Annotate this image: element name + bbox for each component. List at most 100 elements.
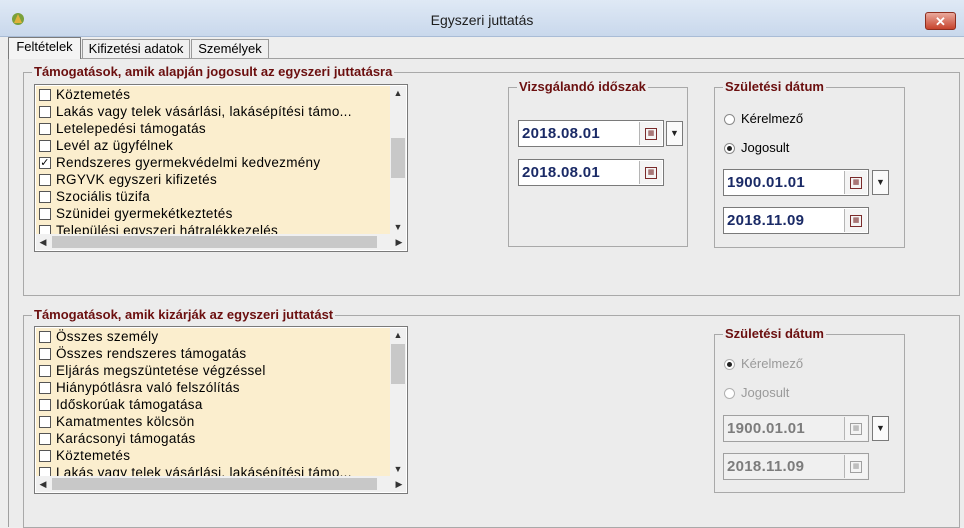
list-item-label: Karácsonyi támogatás [56, 431, 196, 446]
period-to-field[interactable]: 2018.08.01 ▦ [518, 159, 664, 186]
list-item-label: Köztemetés [56, 87, 131, 102]
birth-date-legend-bottom: Születési dátum [723, 326, 826, 342]
list-item-label: Lakás vagy telek vásárlási, lakásépítési… [56, 465, 352, 476]
scroll-left-icon[interactable]: ◀ [36, 234, 50, 250]
scroll-up-icon[interactable]: ▲ [390, 86, 406, 100]
calendar-icon: ▦ [844, 417, 867, 440]
list-item[interactable]: Letelepedési támogatás [36, 120, 390, 137]
calendar-icon[interactable]: ▦ [844, 209, 867, 232]
checkbox[interactable] [39, 433, 51, 445]
birth-from-value-bottom: 1900.01.01 [727, 420, 806, 437]
radio-entitled-label: Jogosult [741, 140, 790, 155]
excluding-supports-legend: Támogatások, amik kizárják az egyszeri j… [32, 307, 336, 323]
scroll-right-icon[interactable]: ▶ [392, 476, 406, 492]
calendar-icon[interactable]: ▦ [639, 122, 662, 145]
period-to-value: 2018.08.01 [522, 164, 601, 181]
tab-persons[interactable]: Személyek [191, 39, 269, 58]
list-item[interactable]: Kamatmentes kölcsön [36, 413, 390, 430]
list-item[interactable]: Összes rendszeres támogatás [36, 345, 390, 362]
list-item-label: Időskorúak támogatása [56, 397, 203, 412]
calendar-icon: ▦ [844, 455, 867, 478]
list-item-label: Levél az ügyfélnek [56, 138, 174, 153]
radio-button-selected[interactable] [724, 143, 735, 154]
chevron-down-icon[interactable]: ▼ [872, 416, 889, 441]
list-item-label: RGYVK egyszeri kifizetés [56, 172, 217, 187]
scroll-thumb[interactable] [391, 138, 405, 178]
list-item-label: Kamatmentes kölcsön [56, 414, 195, 429]
checkbox[interactable] [39, 208, 51, 220]
scroll-down-icon[interactable]: ▼ [390, 462, 406, 476]
scroll-down-icon[interactable]: ▼ [390, 220, 406, 234]
birth-to-field-top[interactable]: 2018.11.09 ▦ [723, 207, 869, 234]
list-item[interactable]: Szünidei gyermekétkeztetés [36, 205, 390, 222]
calendar-icon[interactable]: ▦ [844, 171, 867, 194]
horizontal-scrollbar[interactable]: ◀ ▶ [36, 234, 406, 250]
list-item[interactable]: Települési egyszeri hátralékkezelés [36, 222, 390, 234]
checkbox[interactable] [39, 399, 51, 411]
calendar-icon[interactable]: ▦ [639, 161, 662, 184]
scroll-left-icon[interactable]: ◀ [36, 476, 50, 492]
close-button[interactable]: ✕ [925, 12, 956, 30]
checkbox[interactable] [39, 106, 51, 118]
birth-to-field-bottom: 2018.11.09 ▦ [723, 453, 869, 480]
checkbox[interactable] [39, 382, 51, 394]
scroll-up-icon[interactable]: ▲ [390, 328, 406, 342]
list-item[interactable]: Lakás vagy telek vásárlási, lakásépítési… [36, 464, 390, 476]
period-from-field[interactable]: 2018.08.01 ▦ [518, 120, 664, 147]
checkbox[interactable] [39, 123, 51, 135]
list-item[interactable]: Szociális tüzifa [36, 188, 390, 205]
checkbox[interactable] [39, 450, 51, 462]
list-item[interactable]: Hiánypótlásra való felszólítás [36, 379, 390, 396]
checkbox[interactable] [39, 191, 51, 203]
excluding-supports-list[interactable]: Összes személy Összes rendszeres támogatá… [34, 326, 408, 494]
period-legend: Vizsgálandó időszak [517, 79, 648, 95]
list-item[interactable]: Köztemetés [36, 86, 390, 103]
horizontal-scrollbar[interactable]: ◀ ▶ [36, 476, 406, 492]
list-item-label: Összes személy [56, 329, 159, 344]
radio-entitled-label: Jogosult [741, 385, 790, 400]
radio-button[interactable] [724, 114, 735, 125]
list-item[interactable]: Összes személy [36, 328, 390, 345]
eligible-supports-legend: Támogatások, amik alapján jogosult az eg… [32, 64, 395, 80]
list-item-label: Lakás vagy telek vásárlási, lakásépítési… [56, 104, 352, 119]
list-item[interactable]: Időskorúak támogatása [36, 396, 390, 413]
checkbox[interactable] [39, 174, 51, 186]
checkbox[interactable] [39, 225, 51, 234]
tab-payment-data[interactable]: Kifizetési adatok [82, 39, 190, 58]
tab-conditions[interactable]: Feltételek [8, 37, 81, 59]
vertical-scrollbar[interactable]: ▲ ▼ [390, 86, 406, 234]
checkbox[interactable] [39, 348, 51, 360]
eligible-supports-list[interactable]: Köztemetés Lakás vagy telek vásárlási, la… [34, 84, 408, 252]
list-item-label: Települési egyszeri hátralékkezelés [56, 223, 279, 234]
checkbox-checked[interactable]: ✓ [39, 157, 51, 169]
period-from-value: 2018.08.01 [522, 125, 601, 142]
list-item[interactable]: Karácsonyi támogatás [36, 430, 390, 447]
checkbox[interactable] [39, 467, 51, 476]
checkbox[interactable] [39, 89, 51, 101]
checkbox[interactable] [39, 331, 51, 343]
checkbox[interactable] [39, 140, 51, 152]
checkbox[interactable] [39, 416, 51, 428]
scroll-thumb[interactable] [52, 236, 377, 248]
scroll-thumb[interactable] [391, 344, 405, 384]
birth-to-value-bottom: 2018.11.09 [727, 458, 805, 475]
scroll-thumb[interactable] [52, 478, 377, 490]
vertical-scrollbar[interactable]: ▲ ▼ [390, 328, 406, 476]
birth-date-legend-top: Születési dátum [723, 79, 826, 95]
birth-from-field-top[interactable]: 1900.01.01 ▦ [723, 169, 869, 196]
checkbox[interactable] [39, 365, 51, 377]
list-item[interactable]: Köztemetés [36, 447, 390, 464]
window-title: Egyszeri juttatás [430, 12, 534, 28]
birth-to-value-top: 2018.11.09 [727, 212, 805, 229]
scroll-right-icon[interactable]: ▶ [392, 234, 406, 250]
chevron-down-icon[interactable]: ▼ [666, 121, 683, 146]
list-item[interactable]: Levél az ügyfélnek [36, 137, 390, 154]
list-item[interactable]: Eljárás megszüntetése végzéssel [36, 362, 390, 379]
period-group: Vizsgálandó időszak 2018.08.01 ▦ ▼ 2018.… [508, 79, 688, 247]
birth-date-group-bottom: Születési dátum Kérelmező Jogosult 1900.… [714, 326, 905, 493]
chevron-down-icon[interactable]: ▼ [872, 170, 889, 195]
list-item[interactable]: ✓ Rendszeres gyermekvédelmi kedvezmény [36, 154, 390, 171]
birth-from-value-top: 1900.01.01 [727, 174, 806, 191]
list-item[interactable]: Lakás vagy telek vásárlási, lakásépítési… [36, 103, 390, 120]
list-item[interactable]: RGYVK egyszeri kifizetés [36, 171, 390, 188]
